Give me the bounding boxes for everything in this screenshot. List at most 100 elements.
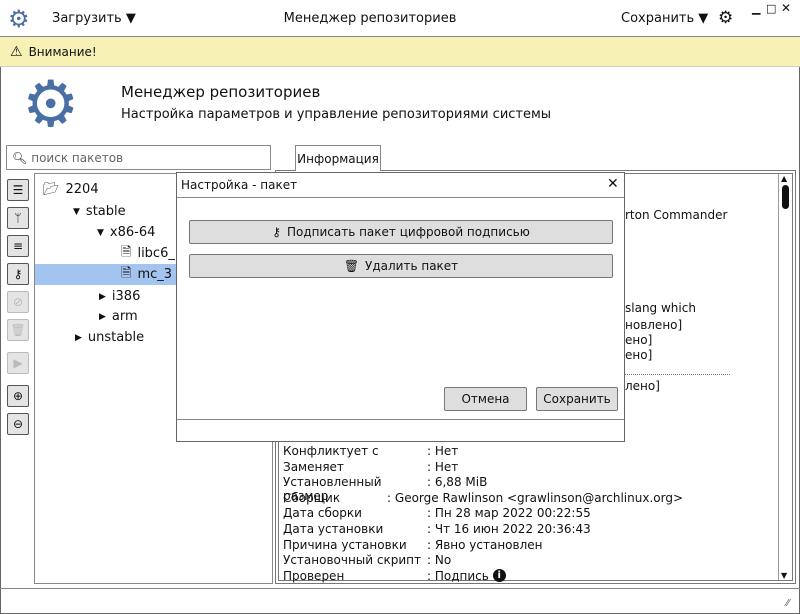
info-key: Установленный размер — [283, 475, 382, 504]
info-value: : No — [427, 553, 452, 568]
key-button[interactable]: ⚷ — [7, 263, 29, 285]
title-bar: ⚙ Загрузить ▼ Менеджер репозиториев Сохр… — [0, 0, 800, 37]
info-fragment: slang which — [625, 301, 696, 315]
scroll-down-icon[interactable]: ▼ — [781, 571, 787, 580]
settings-gear-icon[interactable]: ⚙ — [718, 8, 733, 28]
tree-label: i386 — [111, 289, 141, 304]
trash-button[interactable]: 🗑︎ — [7, 319, 29, 341]
plus-circle-icon: ⊕ — [12, 389, 24, 403]
scroll-up-icon[interactable]: ▲ — [781, 174, 787, 183]
save-menu-label: Сохранить — [621, 11, 695, 26]
info-fragment: новлено] — [625, 318, 683, 332]
database-icon: ☰ — [12, 183, 24, 197]
info-key: Установочный скрипт — [283, 553, 421, 568]
info-icon[interactable]: i — [492, 568, 506, 582]
caret-right-icon: ▶ — [99, 291, 106, 302]
info-rows: Конфликтует с : Нет Заменяет: Нет Установ… — [283, 444, 683, 584]
cancel-button[interactable]: Отмена — [444, 387, 527, 411]
info-value: : Нет — [427, 459, 459, 474]
save-button[interactable]: Сохранить — [536, 387, 618, 411]
info-row: Дата сборки: Пн 28 мар 2022 00:22:55 — [283, 506, 683, 522]
disable-button[interactable]: ⊘ — [7, 291, 29, 313]
header-gears-icon: ⚙ — [22, 68, 80, 142]
status-bar — [0, 588, 800, 589]
header-subtitle: Настройка параметров и управление репози… — [121, 107, 552, 122]
tree-stable[interactable]: ▼ stable — [73, 201, 126, 222]
info-fragment: лено] — [625, 379, 660, 393]
tree-label: libc6_ — [137, 246, 175, 261]
info-value: : George Rawlinson <grawlinson@archlinux… — [387, 490, 683, 505]
info-row: Установленный размер : 6,88 MiB — [283, 475, 683, 504]
info-key: Дата установки — [283, 521, 384, 536]
tree-unstable[interactable]: ▶ unstable — [75, 327, 144, 348]
tree-root[interactable]: 📂︎ 2204 — [43, 179, 99, 200]
add-button[interactable]: ⊕ — [7, 385, 29, 407]
save-menu[interactable]: Сохранить ▼ — [621, 11, 708, 26]
info-value: : Явно установлен — [427, 537, 543, 552]
tree-i386[interactable]: ▶ i386 — [99, 286, 140, 307]
warning-text: Внимание! — [28, 44, 97, 59]
dialog-close-icon[interactable]: ✕ — [607, 176, 619, 192]
settings-button[interactable]: ≡ — [7, 235, 29, 257]
sliders-icon: ≡ — [12, 239, 24, 253]
tree-label: mc_3 — [137, 267, 173, 282]
divider — [625, 374, 730, 375]
key-icon: ⚷ — [13, 267, 23, 281]
scroll-thumb[interactable] — [782, 185, 789, 209]
caret-down-icon: ▼ — [73, 206, 80, 217]
delete-package-button[interactable]: 🗑︎ Удалить пакет — [189, 254, 613, 278]
folder-open-icon: 📂︎ — [43, 182, 60, 197]
minimize-button[interactable]: ▁ — [752, 2, 760, 15]
info-row: Установочный скрипт : No — [283, 553, 683, 569]
warning-icon: ⚠ — [10, 43, 23, 60]
info-fragment: ено] — [625, 333, 653, 347]
resize-grip-icon[interactable]: ⁄⁄ — [786, 598, 789, 609]
branch-button[interactable]: ᛘ — [7, 207, 29, 229]
button-label: Удалить пакет — [365, 259, 459, 273]
caret-down-icon: ▼ — [97, 227, 104, 238]
ban-icon: ⊘ — [12, 295, 24, 309]
info-value: : Чт 16 июн 2022 20:36:43 — [427, 521, 591, 536]
caret-right-icon: ▶ — [99, 311, 106, 322]
file-icon: 🗎 — [121, 244, 132, 260]
header-title: Менеджер репозиториев — [121, 83, 321, 101]
branch-icon: ᛘ — [14, 211, 22, 225]
info-fragment: rton Commander — [625, 208, 728, 222]
info-fragment: ено] — [625, 348, 653, 362]
tree-x86-64[interactable]: ▼ x86-64 — [97, 222, 155, 243]
sign-package-button[interactable]: ⚷ Подписать пакет цифровой подписью — [189, 220, 613, 244]
search-input[interactable]: 🔍︎ поиск пакетов — [6, 145, 271, 170]
info-value: : 6,88 MiB — [427, 475, 488, 490]
info-key: Проверен — [283, 568, 345, 583]
tree-label: arm — [111, 309, 138, 324]
key-icon: ⚷ — [272, 225, 281, 239]
info-key: Конфликтует с — [283, 444, 379, 458]
dialog-title: Настройка - пакет — [177, 173, 624, 198]
info-value: : Подпись — [427, 568, 489, 583]
maximize-button[interactable]: □ — [766, 2, 776, 15]
dialog-footer-divider — [177, 419, 624, 420]
tree-pkg-mc[interactable]: 🗎 mc_3 — [121, 264, 172, 285]
play-icon: ▶ — [13, 356, 23, 370]
caret-right-icon: ▶ — [75, 332, 82, 343]
file-icon: 🗎 — [121, 265, 132, 281]
database-button[interactable]: ☰ — [7, 179, 29, 201]
info-row: Дата установки : Чт 16 июн 2022 20:36:43 — [283, 522, 683, 538]
trash-icon: 🗑︎ — [10, 323, 26, 337]
remove-button[interactable]: ⊖ — [7, 413, 29, 435]
scrollbar[interactable]: ▲ ▼ — [778, 174, 792, 580]
search-placeholder: поиск пакетов — [31, 150, 124, 165]
tree-label: 2204 — [65, 182, 99, 197]
tab-info[interactable]: Информация — [295, 145, 381, 171]
info-value: : Пн 28 мар 2022 00:22:55 — [427, 506, 591, 521]
tree-arm[interactable]: ▶ arm — [99, 306, 138, 327]
tree-label: stable — [85, 204, 126, 219]
tree-label: unstable — [87, 330, 145, 345]
warning-banner: ⚠ Внимание! — [0, 37, 800, 67]
minus-circle-icon: ⊖ — [12, 417, 24, 431]
search-icon: 🔍︎ — [12, 150, 28, 165]
tree-pkg-libc6[interactable]: 🗎 libc6_ — [121, 243, 175, 264]
info-row: Заменяет: Нет — [283, 460, 683, 476]
play-button[interactable]: ▶ — [7, 352, 29, 374]
close-button[interactable]: ✕ — [781, 1, 791, 15]
